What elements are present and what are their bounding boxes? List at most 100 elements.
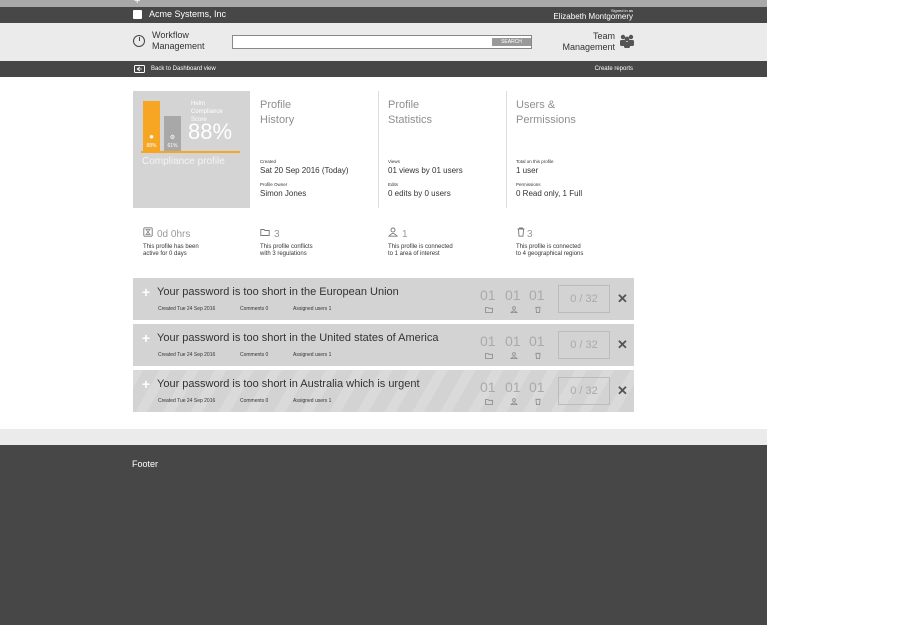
team-management-link[interactable]: Team Management: [562, 31, 615, 53]
profile-history-title[interactable]: Profile History: [260, 98, 360, 128]
company-logo[interactable]: [133, 10, 142, 19]
alert-progress[interactable]: 0 / 32: [558, 285, 610, 313]
score-bar-primary: ✹ 88%: [143, 101, 160, 151]
close-icon[interactable]: ✕: [617, 292, 628, 305]
alert-count-users: 01: [505, 287, 521, 303]
total-users-label: Total on this profile: [516, 159, 554, 164]
sub-nav-bar: Back to Dashboard view Create reports: [0, 61, 767, 77]
alert-title[interactable]: Your password is too short in the United…: [157, 331, 438, 345]
permissions-label: Permissions: [516, 182, 541, 187]
profile-statistics-column: Profile Statistics Views 01 views by 01 …: [378, 91, 506, 208]
search-button[interactable]: SEARCH: [492, 38, 531, 46]
alert-created: Created Tue 24 Sep 2016: [158, 398, 216, 404]
trash-icon: [535, 306, 541, 313]
edits-label: Edits: [388, 182, 399, 187]
profile-statistics-title[interactable]: Profile Statistics: [388, 98, 488, 128]
alert-assigned: Assigned users 1: [293, 398, 332, 404]
column-divider: [378, 91, 379, 208]
regulation-conflicts-desc-line1: This profile conflicts: [260, 244, 313, 250]
team-icon[interactable]: [619, 34, 635, 48]
close-icon[interactable]: ✕: [617, 384, 628, 397]
header-bar: Acme Systems, Inc Signed in as Elizabeth…: [0, 7, 767, 23]
company-name[interactable]: Acme Systems, Inc: [149, 9, 226, 20]
total-users-value: 1 user: [516, 166, 539, 175]
hourglass-icon: [143, 227, 153, 237]
regulation-conflicts-value: 3: [274, 229, 280, 240]
expand-icon[interactable]: +: [141, 377, 151, 391]
alert-count-regulations: 01: [480, 379, 496, 395]
footer: Footer: [0, 445, 767, 625]
geographic-regions-value: 3: [527, 229, 533, 240]
alert-row[interactable]: + Your password is too short in the Unit…: [133, 324, 634, 366]
sun-icon: ✹: [148, 135, 155, 141]
back-to-dashboard-link[interactable]: Back to Dashboard view: [151, 65, 216, 73]
team-label-line1: Team: [592, 31, 615, 41]
score-bar-secondary: ⚙ 61%: [164, 116, 181, 151]
workflow-label-line1: Workflow: [152, 30, 189, 40]
interest-areas-desc-line1: This profile is connected: [388, 244, 453, 250]
footer-band: [0, 429, 767, 445]
expand-icon[interactable]: +: [141, 285, 151, 299]
score-value: 88%: [188, 119, 233, 144]
active-duration-value: 0d 0hrs: [157, 229, 191, 240]
alert-progress[interactable]: 0 / 32: [558, 331, 610, 359]
users-permissions-title-line2: Permissions: [516, 114, 576, 126]
workflow-label-line2: Management: [152, 41, 205, 51]
trash-icon: [517, 227, 525, 237]
regulation-conflicts-desc: This profile conflicts with 3 regulation…: [260, 244, 370, 258]
close-icon[interactable]: ✕: [617, 338, 628, 351]
alert-row-urgent[interactable]: + Your password is too short in Australi…: [133, 370, 634, 412]
created-label: Created: [260, 159, 277, 164]
created-value: Sat 20 Sep 2016 (Today): [260, 166, 349, 175]
score-bar-secondary-label: 61%: [167, 143, 178, 149]
folder-icon: [485, 307, 493, 313]
top-strip: +: [0, 0, 767, 7]
views-value: 01 views by 01 users: [388, 166, 463, 175]
alert-count-regions: 01: [529, 333, 545, 349]
geographic-regions-desc: This profile is connected to 4 geographi…: [516, 244, 626, 258]
users-permissions-title[interactable]: Users & Permissions: [516, 98, 616, 128]
score-bar-primary-label: 88%: [146, 143, 157, 149]
user-icon: [510, 398, 518, 405]
team-label-line2: Management: [562, 42, 615, 52]
alert-title[interactable]: Your password is too short in the Europe…: [157, 285, 399, 299]
active-duration-desc-line1: This profile has been: [143, 244, 199, 250]
alert-row[interactable]: + Your password is too short in the Euro…: [133, 278, 634, 320]
profile-statistics-title-line1: Profile: [388, 99, 420, 111]
alert-assigned: Assigned users 1: [293, 306, 332, 312]
alert-count-users: 01: [505, 333, 521, 349]
gear-icon: ⚙: [169, 135, 176, 141]
active-duration-desc-line2: active for 0 days: [143, 251, 187, 257]
trash-icon: [535, 398, 541, 405]
user-icon: [510, 306, 518, 313]
score-divider: [141, 151, 240, 153]
alert-count-regions: 01: [529, 287, 545, 303]
users-permissions-column: Users & Permissions Total on this profil…: [506, 91, 634, 208]
alert-count-regulations: 01: [480, 333, 496, 349]
alert-count-regions: 01: [529, 379, 545, 395]
alert-created: Created Tue 24 Sep 2016: [158, 352, 216, 358]
expand-icon[interactable]: +: [141, 331, 151, 345]
views-label: Views: [388, 159, 400, 164]
interest-areas-desc-line2: to 1 area of interest: [388, 251, 440, 257]
folder-icon: [485, 399, 493, 405]
alert-count-regulations: 01: [480, 287, 496, 303]
dashboard-icon[interactable]: [134, 65, 145, 73]
nav-bar: Workflow Management SEARCH Team Manageme…: [0, 23, 767, 61]
plus-icon: +: [134, 0, 141, 7]
create-reports-link[interactable]: Create reports: [595, 65, 633, 73]
profile-owner-value: Simon Jones: [260, 189, 307, 198]
alert-progress[interactable]: 0 / 32: [558, 377, 610, 405]
search-input[interactable]: [232, 35, 532, 49]
user-icon: [510, 352, 518, 359]
alert-title[interactable]: Your password is too short in Australia …: [157, 377, 420, 391]
workflow-management-link[interactable]: Workflow Management: [152, 30, 205, 52]
alert-assigned: Assigned users 1: [293, 352, 332, 358]
user-name[interactable]: Elizabeth Montgomery: [553, 12, 633, 22]
alert-comments: Comments 0: [240, 306, 269, 312]
compliance-profile-label: Compliance profile: [142, 156, 225, 167]
compliance-score-card[interactable]: ✹ 88% ⚙ 61% Helm Compliance Score 88% Co…: [133, 91, 250, 208]
active-duration-desc: This profile has been active for 0 days: [143, 244, 253, 258]
alert-comments: Comments 0: [240, 398, 269, 404]
profile-history-column: Profile History Created Sat 20 Sep 2016 …: [250, 91, 378, 208]
